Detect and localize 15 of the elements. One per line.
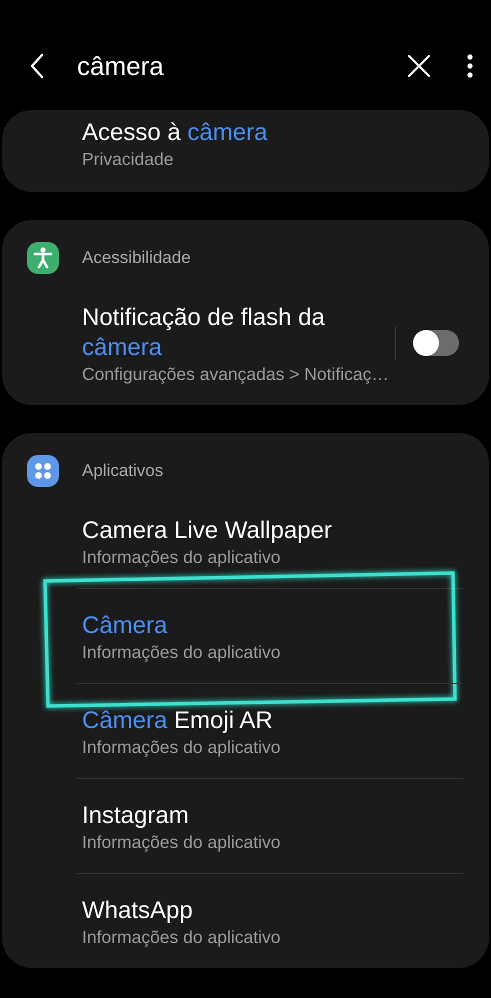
category-label: Aplicativos [82, 461, 164, 481]
search-result-item[interactable]: Acesso à câmera Privacidade [77, 110, 463, 192]
search-result-item[interactable]: Camera Live Wallpaper Informações do aplicativo [77, 494, 463, 588]
search-result-item[interactable]: Câmera Emoji AR Informações do aplicativo [77, 684, 463, 778]
category-label: Acessibilidade [82, 248, 191, 268]
more-options-icon[interactable] [467, 54, 473, 78]
search-field[interactable]: câmera [77, 50, 407, 82]
grid-dots-icon [27, 455, 59, 487]
search-result-item[interactable]: Notificação de flash da câmera Configurações avançadas > Notificaç… [77, 281, 389, 405]
search-result-item[interactable]: WhatsApp Informações do aplicativo [77, 874, 463, 968]
accessibility-person-icon [27, 242, 59, 274]
search-result-item[interactable]: Instagram Informações do aplicativo [77, 779, 463, 873]
search-result-item[interactable]: Câmera Informações do aplicativo [77, 589, 463, 683]
close-icon[interactable] [407, 54, 431, 78]
toggle-switch[interactable] [412, 330, 459, 356]
